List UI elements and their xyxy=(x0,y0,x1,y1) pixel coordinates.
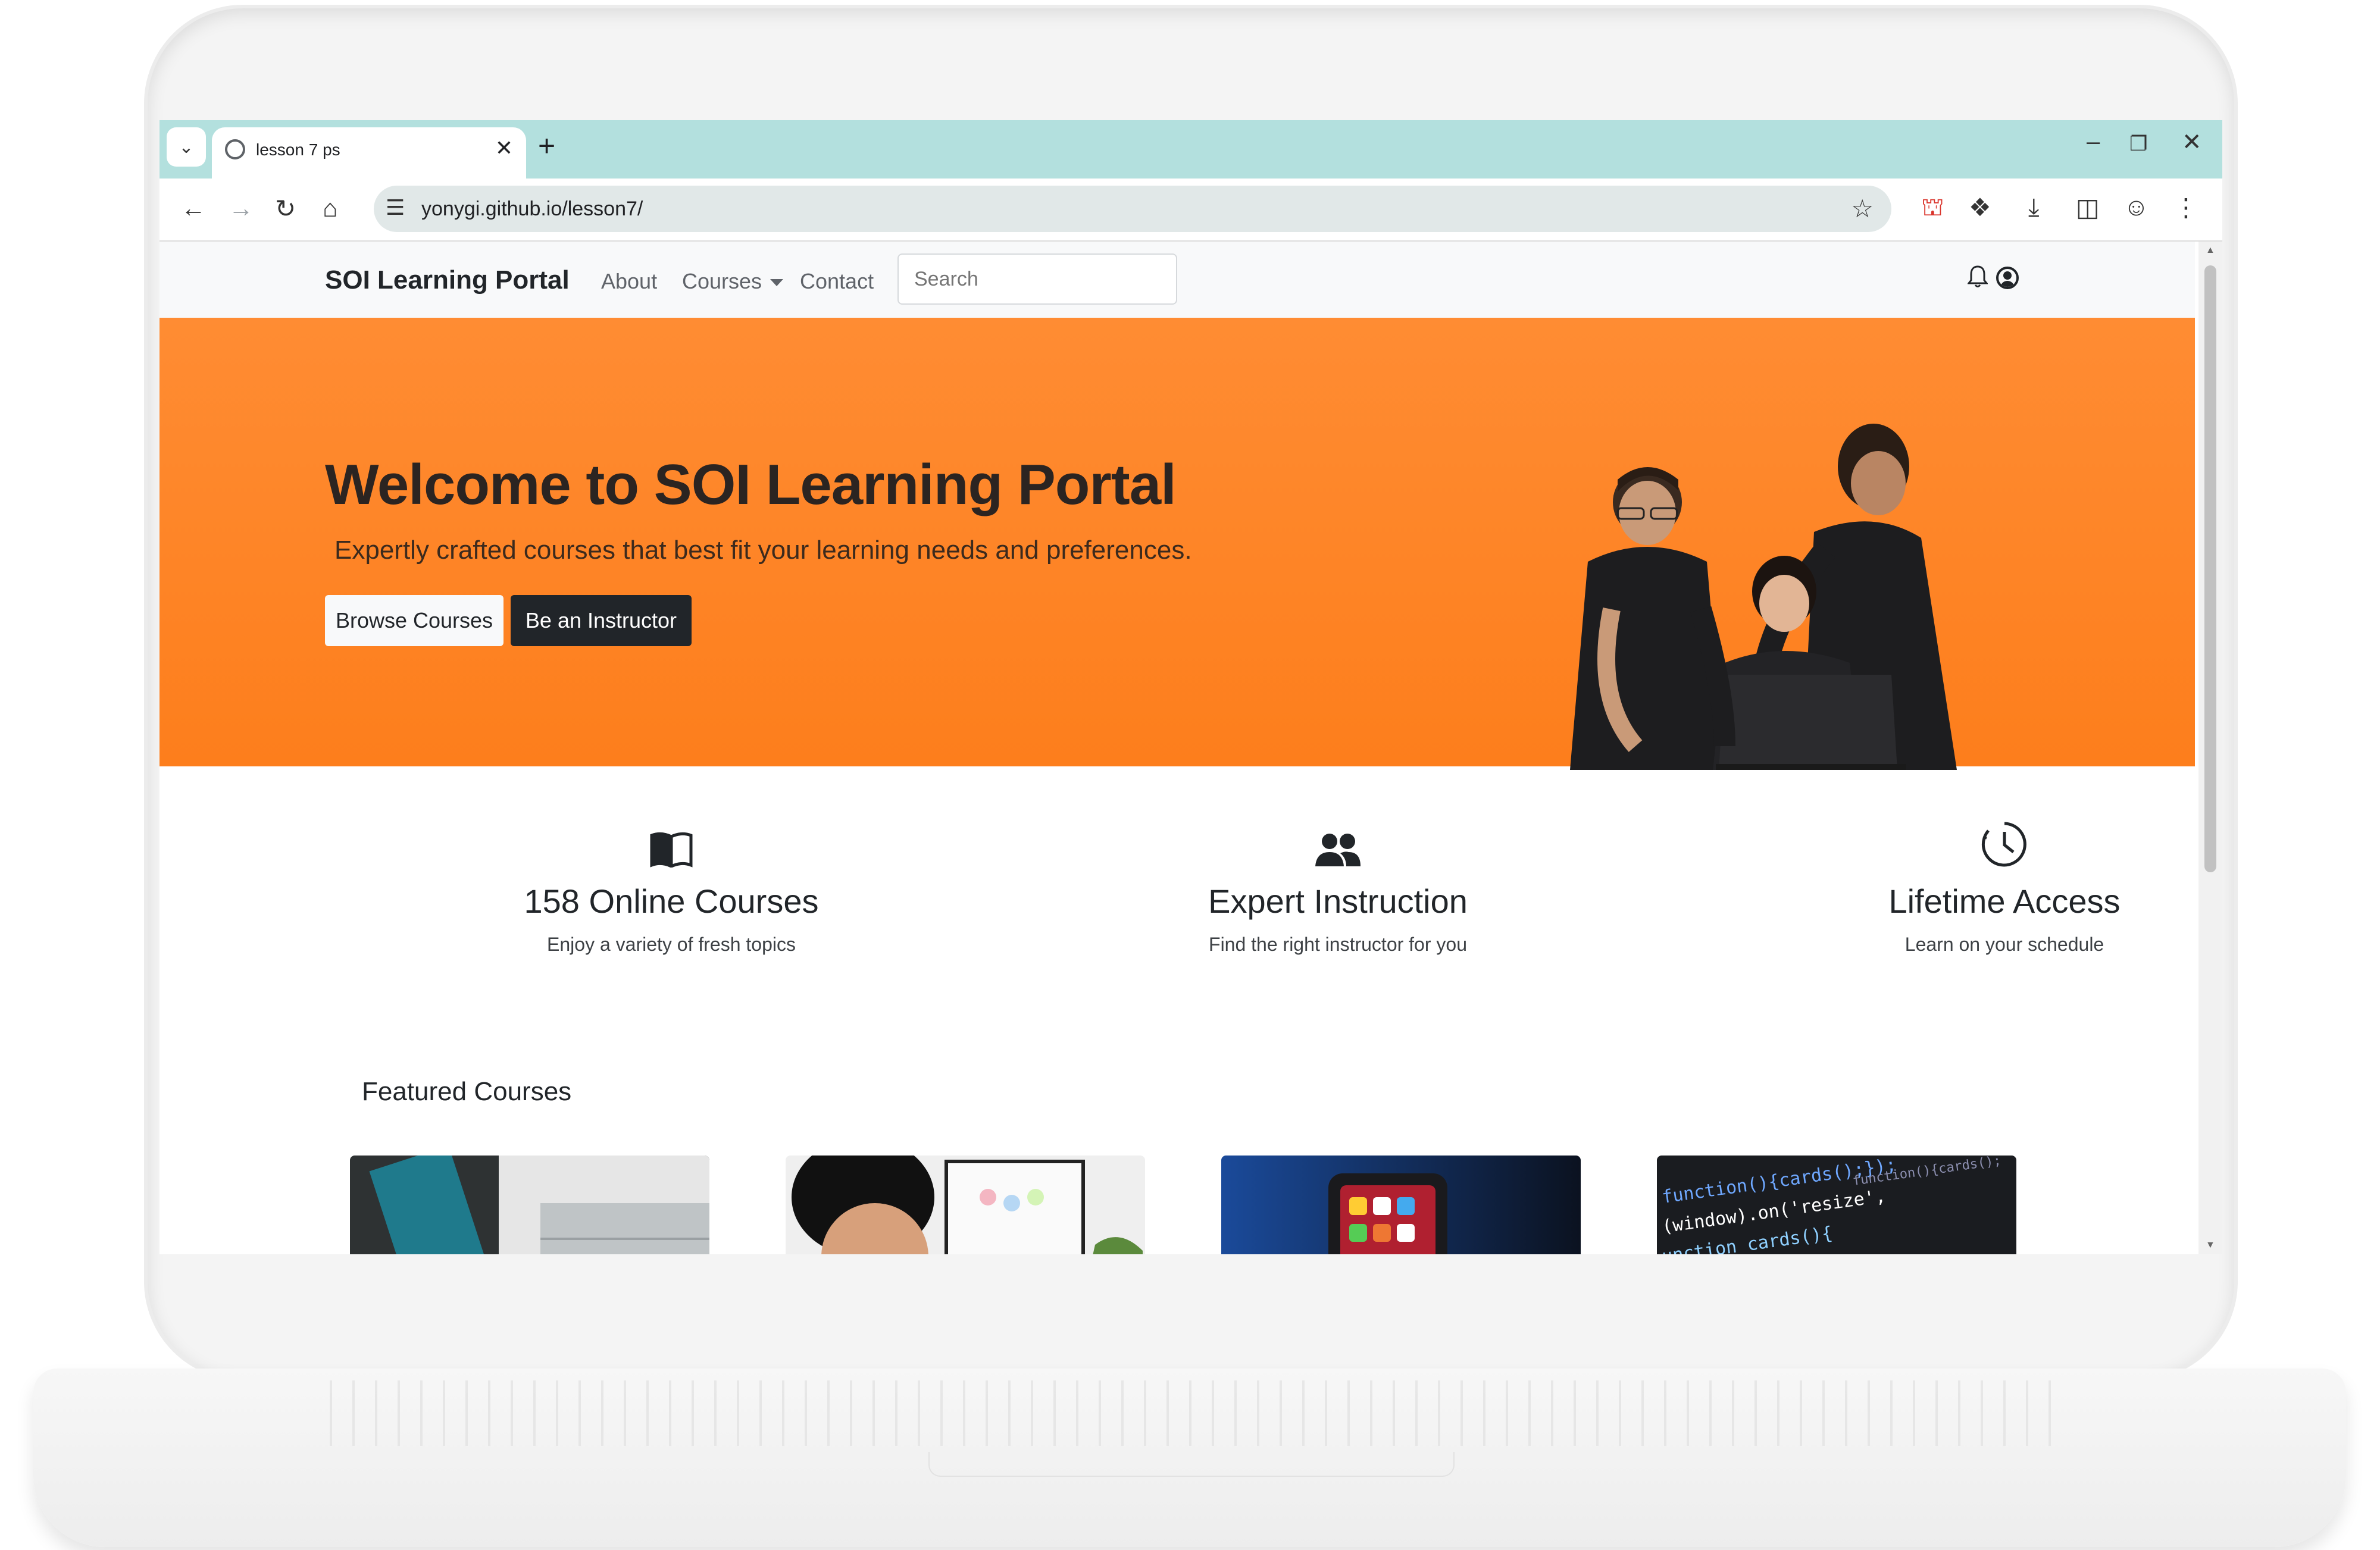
profile-avatar-icon[interactable]: ☺ xyxy=(2123,193,2149,221)
bell-icon[interactable] xyxy=(1968,264,1988,288)
feature-title: Lifetime Access xyxy=(1888,882,2121,920)
download-icon[interactable]: ⤓ xyxy=(2028,193,2040,222)
address-bar[interactable]: ☰ yonygi.github.io/lesson7/ ☆ xyxy=(374,186,1891,232)
scroll-up-icon[interactable]: ▲ xyxy=(2206,245,2215,256)
course-card-design[interactable] xyxy=(786,1156,1145,1254)
hero-title: Welcome to SOI Learning Portal xyxy=(325,453,1177,516)
course-card-html-css[interactable] xyxy=(350,1156,709,1254)
web-page: SOI Learning Portal About Courses Contac… xyxy=(159,242,2195,1254)
search-input[interactable] xyxy=(897,253,1177,305)
feature-instruction: Expert Instruction Find the right instru… xyxy=(1070,820,1606,956)
clock-icon xyxy=(1981,822,2026,867)
students-photo xyxy=(1570,424,1957,770)
url-text: yonygi.github.io/lesson7/ xyxy=(421,198,643,220)
nav-link-courses-label: Courses xyxy=(682,269,762,293)
minimize-icon[interactable]: – xyxy=(2087,129,2100,155)
feature-text: Learn on your schedule xyxy=(1904,934,2104,955)
site-info-icon[interactable]: ☰ xyxy=(386,195,405,220)
tab-strip: ⌄ lesson 7 ps ✕ + – ❐ ✕ xyxy=(159,120,2222,179)
close-window-icon[interactable]: ✕ xyxy=(2182,129,2202,156)
site-brand[interactable]: SOI Learning Portal xyxy=(325,265,570,295)
kebab-menu-icon[interactable]: ⋮ xyxy=(2173,193,2198,222)
browser-tab[interactable]: lesson 7 ps ✕ xyxy=(212,127,526,179)
laptop-keyboard xyxy=(309,1380,2071,1446)
course-card-javascript[interactable]: function(){cards();}); (window).on('resi… xyxy=(1657,1156,2016,1254)
course-card-mobile[interactable] xyxy=(1221,1156,1581,1254)
browser-window: ⌄ lesson 7 ps ✕ + – ❐ ✕ ← → ↻ ⌂ ☰ yonygi… xyxy=(159,120,2222,1254)
side-panel-icon[interactable]: ◫ xyxy=(2076,193,2100,222)
feature-title: Expert Instruction xyxy=(1208,882,1468,920)
scroll-thumb[interactable] xyxy=(2204,265,2216,872)
be-instructor-button[interactable]: Be an Instructor xyxy=(511,595,692,646)
back-icon[interactable]: ← xyxy=(181,194,206,223)
reload-icon[interactable]: ↻ xyxy=(275,194,296,223)
feature-lifetime: Lifetime Access Learn on your schedule xyxy=(1737,820,2195,956)
laptop-touchpad xyxy=(928,1452,1455,1477)
nav-link-contact[interactable]: Contact xyxy=(800,269,874,294)
extension-shield-icon[interactable]: ⛫ xyxy=(1921,193,1944,225)
tab-title: lesson 7 ps xyxy=(256,140,340,159)
feature-title: 158 Online Courses xyxy=(524,882,819,920)
featured-courses-heading: Featured Courses xyxy=(362,1077,572,1106)
tab-search-button[interactable]: ⌄ xyxy=(167,127,206,167)
feature-text: Find the right instructor for you xyxy=(1209,934,1467,955)
book-icon xyxy=(650,832,693,868)
site-navbar: SOI Learning Portal About Courses Contac… xyxy=(159,242,2195,318)
scroll-down-icon[interactable]: ▼ xyxy=(2206,1240,2215,1251)
browser-toolbar: ← → ↻ ⌂ ☰ yonygi.github.io/lesson7/ ☆ ⛫ … xyxy=(159,179,2222,242)
globe-icon xyxy=(225,139,245,159)
hero-banner: Welcome to SOI Learning Portal Expertly … xyxy=(159,318,2195,770)
feature-courses: 158 Online Courses Enjoy a variety of fr… xyxy=(404,820,939,956)
feature-text: Enjoy a variety of fresh topics xyxy=(547,934,796,955)
new-tab-button[interactable]: + xyxy=(538,129,555,163)
close-icon[interactable]: ✕ xyxy=(495,136,513,161)
people-icon xyxy=(1315,834,1361,866)
browse-courses-button[interactable]: Browse Courses xyxy=(325,595,503,646)
bookmark-star-icon[interactable]: ☆ xyxy=(1851,194,1874,223)
caret-down-icon xyxy=(770,279,784,287)
extensions-puzzle-icon[interactable]: ❖ xyxy=(1969,193,1991,222)
nav-link-about[interactable]: About xyxy=(601,269,657,294)
nav-link-courses[interactable]: Courses xyxy=(682,269,784,294)
home-icon[interactable]: ⌂ xyxy=(323,194,337,223)
chevron-down-icon: ⌄ xyxy=(179,137,194,157)
hero-subtitle: Expertly crafted courses that best fit y… xyxy=(334,536,1192,565)
forward-icon[interactable]: → xyxy=(229,194,254,223)
page-scrollbar[interactable]: ▲ ▼ xyxy=(2198,242,2222,1254)
user-account-icon[interactable] xyxy=(1996,267,2019,289)
restore-icon[interactable]: ❐ xyxy=(2129,132,2147,156)
